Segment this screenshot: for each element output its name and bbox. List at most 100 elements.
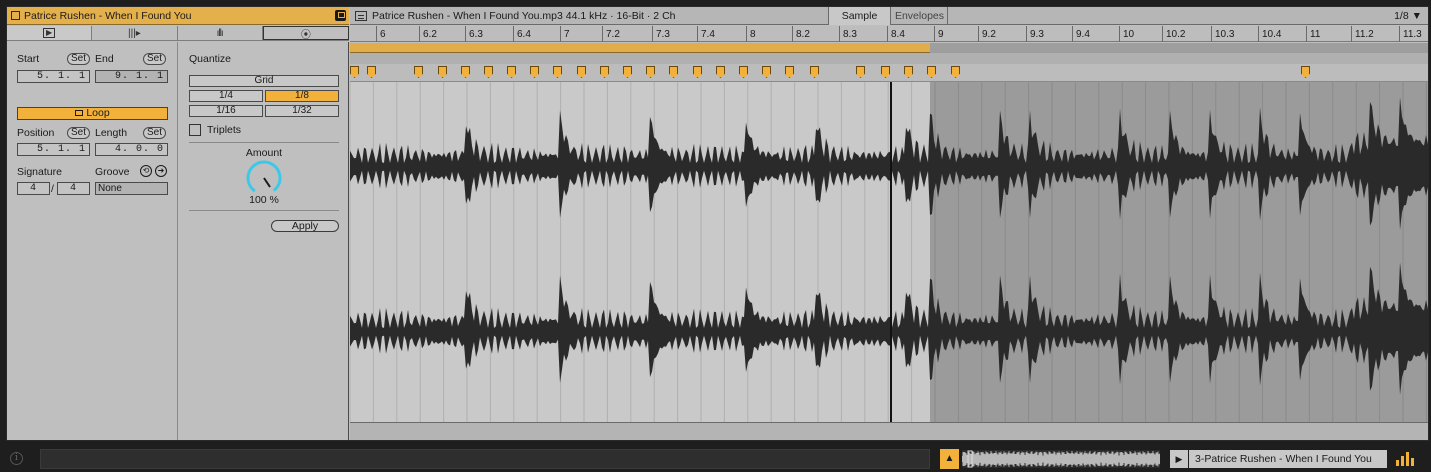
mini-waveform[interactable]	[962, 450, 1160, 468]
waveform-icon: ıllı	[216, 27, 224, 39]
loop-label: Loop	[86, 107, 110, 119]
selected-track-name[interactable]: 3-Patrice Rushen - When I Found You	[1189, 450, 1387, 468]
warp-marker[interactable]	[904, 66, 913, 78]
ruler-tick	[465, 26, 466, 42]
loop-brace-outside	[930, 43, 1428, 53]
play-icon: ▶	[43, 28, 56, 38]
length-field[interactable]: 4. 0. 0	[95, 143, 168, 156]
warp-marker[interactable]	[693, 66, 702, 78]
preview-play-icon[interactable]: ▶	[1170, 450, 1188, 468]
warp-marker[interactable]	[669, 66, 678, 78]
clip-activator-toggle[interactable]	[11, 11, 20, 20]
signature-numerator[interactable]: 4	[17, 182, 50, 195]
grid-button[interactable]: Grid	[189, 75, 339, 87]
loop-brace[interactable]	[350, 43, 930, 53]
beat-ruler[interactable]: 6 6.2 6.3 6.4 7 7.2 7.3 7.4 8 8.2 8.3 8.4 9 9.2 9.3 9.4…	[350, 26, 1428, 42]
length-set-button[interactable]: Set	[143, 127, 166, 139]
ruler-tick	[513, 26, 514, 42]
tab-envelopes[interactable]: Envelopes	[892, 7, 948, 25]
position-label: Position	[17, 127, 55, 139]
ruler-label: 8	[750, 29, 756, 40]
ruler-label: 9.3	[1030, 29, 1044, 40]
warp-marker[interactable]	[461, 66, 470, 78]
position-set-button[interactable]: Set	[67, 127, 90, 139]
warp-marker[interactable]	[810, 66, 819, 78]
ruler-label: 6.3	[469, 29, 483, 40]
start-set-button[interactable]: Set	[67, 53, 90, 65]
warp-marker[interactable]	[623, 66, 632, 78]
warp-marker[interactable]	[350, 66, 359, 78]
save-icon[interactable]	[335, 10, 346, 21]
tab-warp[interactable]: |||▸	[92, 26, 178, 40]
groove-label: Groove	[95, 166, 130, 178]
ruler-tick	[1211, 26, 1212, 42]
apply-button[interactable]: Apply	[271, 220, 339, 232]
ruler-tick	[1258, 26, 1259, 42]
tab-sample[interactable]: Sample	[828, 7, 891, 25]
position-field[interactable]: 5. 1. 1	[17, 143, 90, 156]
loop-button[interactable]: Loop	[17, 107, 168, 120]
file-icon	[355, 11, 367, 21]
warp-marker[interactable]	[881, 66, 890, 78]
end-set-button[interactable]: Set	[143, 53, 166, 65]
triplets-checkbox[interactable]	[189, 124, 201, 136]
tab-clip[interactable]: ▶	[7, 26, 93, 40]
start-field[interactable]: 5. 1. 1	[17, 70, 90, 83]
ruler-tick	[839, 26, 840, 42]
ruler-tick	[792, 26, 793, 42]
groove-field[interactable]: None	[95, 182, 168, 195]
ruler-tick	[419, 26, 420, 42]
clip-name: Patrice Rushen - When I Found You	[24, 9, 192, 22]
ruler-label: 9	[938, 29, 944, 40]
groove-hot-swap-icon[interactable]: ⟲	[140, 165, 152, 177]
tab-audio[interactable]: ıllı	[178, 26, 263, 40]
amount-knob[interactable]	[244, 158, 284, 198]
warp-marker[interactable]	[367, 66, 376, 78]
start-label: Start	[17, 53, 40, 65]
groove-commit-icon[interactable]: ➜	[155, 165, 167, 177]
info-icon[interactable]: i	[10, 452, 23, 465]
quantize-1-16-button[interactable]: 1/16	[189, 105, 263, 117]
warp-marker[interactable]	[484, 66, 493, 78]
warp-marker[interactable]	[856, 66, 865, 78]
ruler-tick	[697, 26, 698, 42]
warp-marker[interactable]	[530, 66, 539, 78]
start-end-strip[interactable]	[350, 53, 1428, 64]
warp-marker-strip[interactable]	[350, 64, 1428, 82]
tab-quantize[interactable]: ⦿	[262, 26, 349, 41]
clip-tabs: ▶ |||▸ ıllı ⦿	[7, 26, 349, 41]
clip-title-bar[interactable]: Patrice Rushen - When I Found You	[7, 7, 349, 25]
warp-marker[interactable]	[785, 66, 794, 78]
ruler-tick	[1399, 26, 1400, 42]
warp-marker[interactable]	[577, 66, 586, 78]
signature-denominator[interactable]: 4	[57, 182, 90, 195]
warning-icon[interactable]: ▲	[940, 449, 959, 469]
warp-marker[interactable]	[1301, 66, 1310, 78]
playhead	[890, 82, 892, 422]
warp-marker[interactable]	[414, 66, 423, 78]
quantize-1-8-button[interactable]: 1/8	[265, 90, 339, 102]
warp-marker[interactable]	[438, 66, 447, 78]
ruler-label: 7.3	[656, 29, 670, 40]
end-field[interactable]: 9. 1. 1	[95, 70, 168, 83]
ruler-label: 8.4	[891, 29, 905, 40]
warp-marker[interactable]	[951, 66, 960, 78]
warp-marker[interactable]	[739, 66, 748, 78]
quantize-1-32-button[interactable]: 1/32	[265, 105, 339, 117]
warp-marker[interactable]	[716, 66, 725, 78]
warp-marker[interactable]	[762, 66, 771, 78]
warp-marker[interactable]	[600, 66, 609, 78]
divider	[189, 210, 339, 211]
warp-marker[interactable]	[927, 66, 936, 78]
waveform-display[interactable]	[350, 82, 1428, 422]
ruler-label: 6	[380, 29, 386, 40]
cpu-meter-icon[interactable]	[1396, 452, 1414, 466]
divider	[189, 142, 339, 143]
quantize-1-4-button[interactable]: 1/4	[189, 90, 263, 102]
ruler-label: 7.2	[606, 29, 620, 40]
warp-marker[interactable]	[646, 66, 655, 78]
waveform-scroll-area[interactable]	[350, 422, 1428, 440]
grid-setting-dropdown[interactable]: 1/8 ▼	[1394, 10, 1422, 22]
warp-marker[interactable]	[507, 66, 516, 78]
warp-marker[interactable]	[553, 66, 562, 78]
